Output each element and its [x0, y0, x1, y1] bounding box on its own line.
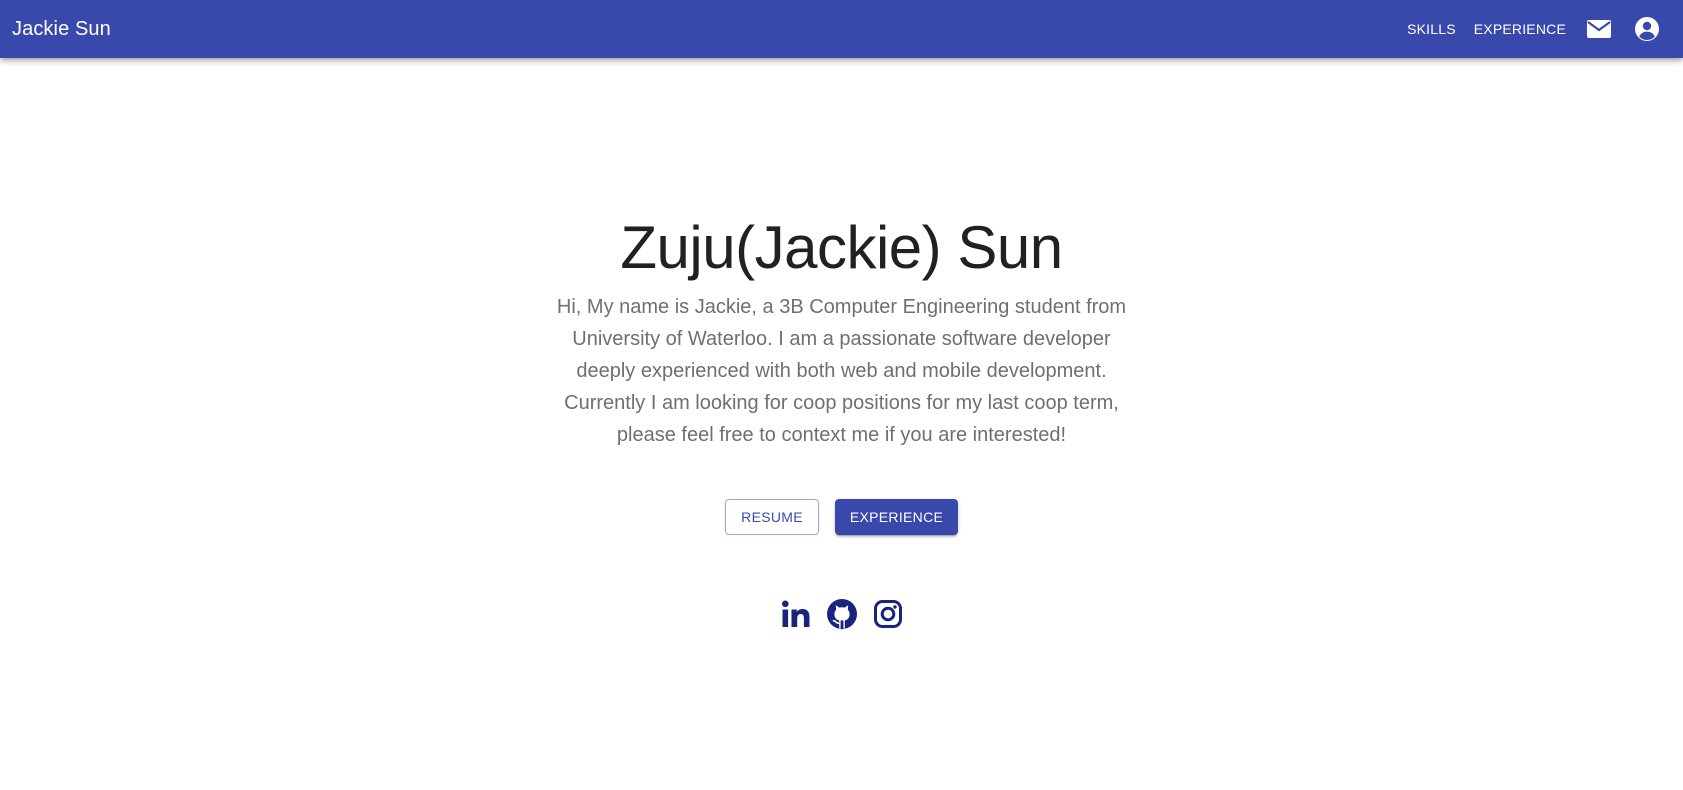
- github-icon: [826, 599, 857, 630]
- description-line: Currently I am looking for coop position…: [564, 392, 1119, 414]
- description-line: please feel free to context me if you ar…: [616, 424, 1067, 446]
- description-line: Hi, My name is Jackie, a 3B Computer Eng…: [556, 296, 1127, 318]
- experience-button[interactable]: EXPERIENCE: [835, 499, 958, 535]
- description-line: deeply experienced with both web and mob…: [576, 360, 1107, 382]
- resume-button[interactable]: RESUME: [725, 499, 819, 535]
- account-button[interactable]: [1623, 5, 1671, 53]
- instagram-icon: [873, 600, 902, 628]
- app-bar: Jackie Sun SKILLS EXPERIENCE: [0, 0, 1683, 58]
- mail-button[interactable]: [1575, 5, 1623, 53]
- hero-description: Hi, My name is Jackie, a 3B Computer Eng…: [547, 291, 1137, 451]
- page-title: Zuju(Jackie) Sun: [620, 214, 1063, 281]
- hero-section: Zuju(Jackie) Sun Hi, My name is Jackie, …: [0, 205, 1683, 451]
- social-links: [0, 596, 1683, 632]
- instagram-link[interactable]: [872, 596, 904, 632]
- mail-icon: [1587, 20, 1611, 38]
- nav-skills-button[interactable]: SKILLS: [1398, 13, 1465, 45]
- account-circle-icon: [1635, 17, 1659, 41]
- hero-actions: RESUME EXPERIENCE: [0, 499, 1683, 535]
- linkedin-icon: [781, 600, 809, 627]
- nav-experience-button[interactable]: EXPERIENCE: [1465, 13, 1575, 45]
- github-link[interactable]: [826, 596, 858, 632]
- linkedin-link[interactable]: [780, 596, 812, 632]
- description-line: University of Waterloo. I am a passionat…: [572, 328, 1111, 350]
- brand-title: Jackie Sun: [12, 17, 111, 40]
